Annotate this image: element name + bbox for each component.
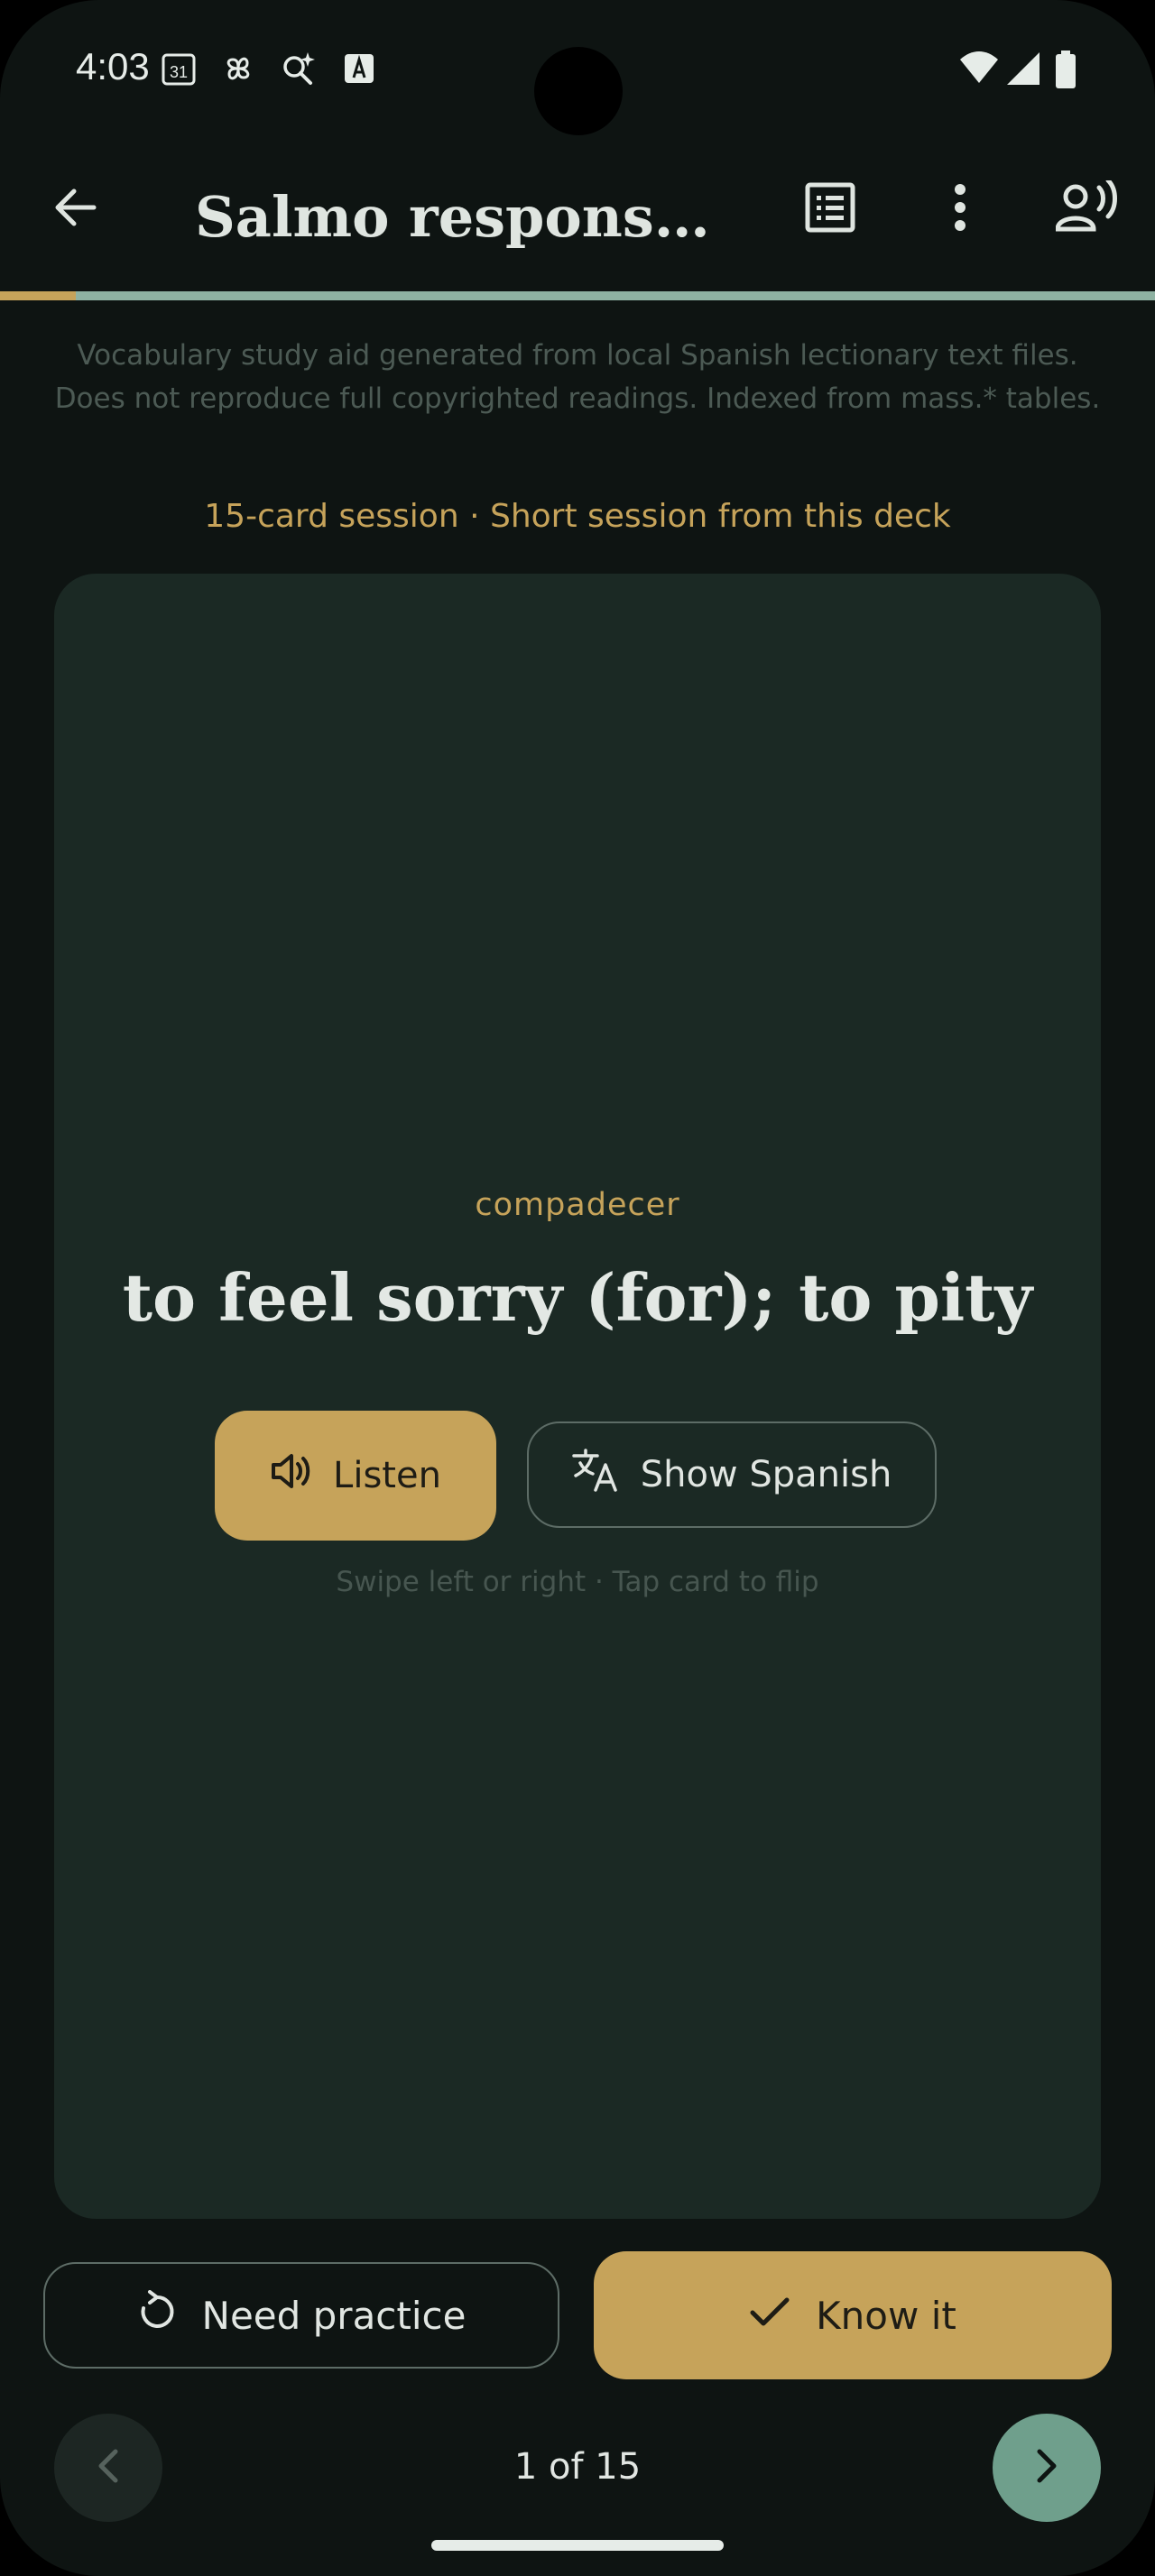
battery-icon — [1054, 51, 1077, 88]
next-card-button[interactable] — [993, 2414, 1101, 2522]
session-progress-bar — [0, 291, 1155, 300]
show-spanish-label: Show Spanish — [640, 1454, 892, 1495]
back-arrow-icon[interactable] — [31, 162, 121, 253]
session-label: 15-card session · Short session from thi… — [204, 498, 951, 535]
pinwheel-icon — [220, 51, 256, 87]
status-time: 4:03 — [76, 45, 150, 87]
show-spanish-button[interactable]: Show Spanish — [527, 1421, 937, 1528]
cell-signal-icon — [1005, 51, 1041, 87]
speaker-icon — [270, 1451, 313, 1500]
chevron-left-icon — [96, 2448, 121, 2488]
calendar-icon-text: 31 — [170, 63, 188, 81]
flashcard[interactable]: compadecer to feel sorry (for); to pity … — [54, 574, 1101, 2219]
know-it-button[interactable]: Know it — [594, 2251, 1112, 2379]
card-term: compadecer — [475, 1187, 680, 1223]
need-practice-button[interactable]: Need practice — [43, 2262, 559, 2369]
keyboard-a-icon — [341, 51, 377, 87]
front-camera — [534, 47, 623, 135]
list-icon[interactable] — [785, 162, 875, 253]
top-app-bar: Salmo responsor... — [0, 162, 1155, 271]
translate-icon — [571, 1449, 619, 1501]
home-indicator[interactable] — [431, 2540, 724, 2551]
card-definition: to feel sorry (for); to pity — [122, 1259, 1033, 1336]
replay-icon — [137, 2290, 177, 2341]
page-indicator: 1 of 15 — [513, 2446, 642, 2488]
disclaimer-text: Vocabulary study aid generated from loca… — [54, 339, 1101, 415]
check-icon — [749, 2294, 790, 2338]
sparkle-search-icon — [280, 51, 316, 87]
screen: 4:03 31 Salmo responsor... Vocabulary st… — [0, 0, 1155, 2576]
need-practice-label: Need practice — [201, 2293, 467, 2338]
wifi-icon — [958, 51, 1000, 87]
status-bar: 4:03 31 — [0, 0, 1155, 144]
know-it-label: Know it — [816, 2293, 956, 2338]
session-progress-fill — [0, 291, 77, 300]
page-title: Salmo responsor... — [195, 184, 736, 250]
listen-label: Listen — [333, 1455, 441, 1496]
previous-card-button[interactable] — [54, 2414, 162, 2522]
listen-button[interactable]: Listen — [215, 1411, 496, 1541]
swipe-hint: Swipe left or right · Tap card to flip — [336, 1566, 819, 1598]
more-vert-icon[interactable] — [915, 162, 1005, 253]
voice-person-icon[interactable] — [1043, 162, 1133, 253]
chevron-right-icon — [1034, 2448, 1059, 2488]
calendar-icon: 31 — [161, 51, 197, 87]
